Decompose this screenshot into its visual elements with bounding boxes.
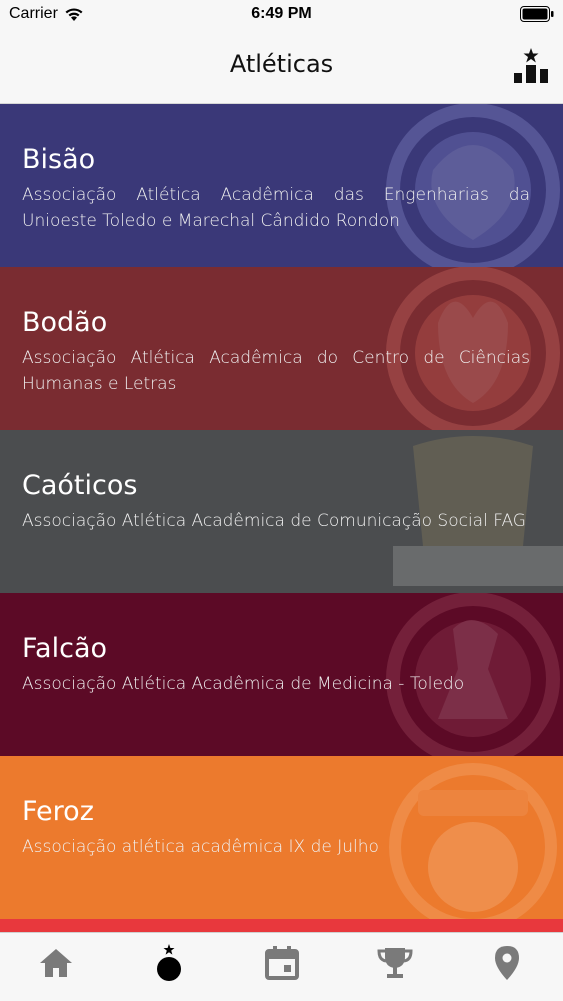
ball-star-icon[interactable] (149, 943, 189, 983)
athletic-name: Bisão (22, 144, 96, 175)
tab-bar (0, 932, 563, 1001)
athletic-row-falcao[interactable]: Falcão Associação Atlética Acadêmica de … (0, 593, 563, 756)
trophy-icon[interactable] (375, 943, 415, 983)
athletics-list: Bisão Associação Atlética Acadêmica das … (0, 104, 563, 932)
navigation-bar: Atléticas (0, 30, 563, 104)
calendar-icon[interactable] (262, 943, 302, 983)
podium-star-icon[interactable] (511, 46, 551, 86)
location-pin-icon[interactable] (487, 943, 527, 983)
athletic-name: Falcão (22, 633, 108, 664)
athletic-row-feroz[interactable]: Feroz Associação atlética acadêmica IX d… (0, 756, 563, 919)
athletic-description: Associação Atlética Acadêmica das Engenh… (22, 185, 530, 231)
athletic-description: Associação atlética acadêmica IX de Julh… (22, 837, 379, 857)
battery-icon (520, 6, 554, 22)
status-time: 6:49 PM (251, 5, 312, 22)
page-title: Atléticas (229, 50, 334, 78)
athletic-row-partial[interactable] (0, 919, 563, 932)
status-bar: Carrier 6:49 PM (0, 0, 563, 30)
athletic-row-bisao[interactable]: Bisão Associação Atlética Acadêmica das … (0, 104, 563, 267)
athletic-row-caoticos[interactable]: Caóticos Associação Atlética Acadêmica d… (0, 430, 563, 593)
athletic-name: Caóticos (22, 470, 138, 501)
home-icon[interactable] (36, 943, 76, 983)
athletic-name: Feroz (22, 796, 94, 827)
athletic-description: Associação Atlética Acadêmica de Comunic… (22, 511, 526, 531)
athletic-row-bodao[interactable]: Bodão Associação Atlética Acadêmica do C… (0, 267, 563, 430)
athletic-name: Bodão (22, 307, 108, 338)
athletic-description: Associação Atlética Acadêmica do Centro … (22, 348, 530, 394)
athletic-description: Associação Atlética Acadêmica de Medicin… (22, 674, 465, 694)
